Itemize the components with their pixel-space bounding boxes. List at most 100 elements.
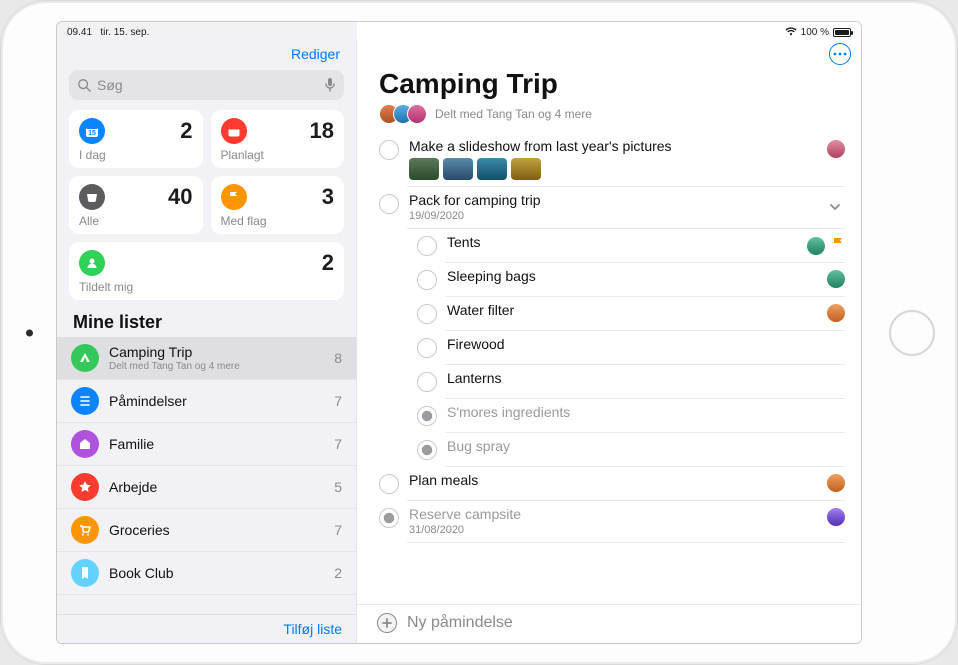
task-checkbox[interactable] <box>379 474 399 494</box>
svg-text:15: 15 <box>88 130 96 137</box>
subtasks: Tents Sleeping bags <box>357 228 861 466</box>
list-name: Familie <box>109 436 324 452</box>
list-row-family[interactable]: Familie 7 <box>57 423 356 466</box>
cart-icon <box>71 516 99 544</box>
new-reminder-label: Ny påmindelse <box>407 614 513 632</box>
chevron-down-icon[interactable] <box>825 194 845 220</box>
list-row-work[interactable]: Arbejde 5 <box>57 466 356 509</box>
calendar-today-icon: 15 <box>79 118 105 144</box>
smart-list-flagged[interactable]: 3 Med flag <box>211 176 345 234</box>
list-count: 8 <box>334 350 342 366</box>
list-name: Book Club <box>109 565 324 581</box>
smart-list-all[interactable]: 40 Alle <box>69 176 203 234</box>
lists-container: Camping Trip Delt med Tang Tan og 4 mere… <box>57 337 356 614</box>
battery-icon <box>833 28 851 37</box>
flag-icon <box>831 236 845 255</box>
task-checkbox[interactable] <box>417 338 437 358</box>
person-icon <box>79 250 105 276</box>
smart-list-scheduled[interactable]: 18 Planlagt <box>211 110 345 168</box>
task-checkbox[interactable] <box>417 304 437 324</box>
edit-button[interactable]: Rediger <box>291 46 340 62</box>
task-checkbox[interactable] <box>379 194 399 214</box>
more-button[interactable] <box>829 43 851 65</box>
task-title: Lanterns <box>447 370 845 386</box>
assignee-avatar <box>827 304 845 322</box>
scheduled-count: 18 <box>310 118 334 144</box>
list-bullet-icon <box>71 387 99 415</box>
list-title: Camping Trip <box>379 68 839 100</box>
photo-thumb[interactable] <box>409 158 439 180</box>
ellipsis-icon <box>833 52 847 56</box>
ipad-frame: 09.41 tir. 15. sep. 100 % Rediger <box>0 0 958 665</box>
smart-list-today[interactable]: 15 2 I dag <box>69 110 203 168</box>
home-button[interactable] <box>889 310 935 356</box>
task-row[interactable]: S'mores ingredients <box>357 398 861 432</box>
list-row-bookclub[interactable]: Book Club 2 <box>57 552 356 595</box>
flag-icon <box>221 184 247 210</box>
list-count: 2 <box>334 565 342 581</box>
photo-thumb[interactable] <box>511 158 541 180</box>
add-list-button[interactable]: Tilføj liste <box>57 614 356 643</box>
task-row[interactable]: Pack for camping trip 19/09/2020 <box>357 186 861 228</box>
assignee-avatar <box>827 474 845 492</box>
task-row[interactable]: Sleeping bags <box>357 262 861 296</box>
task-title: Sleeping bags <box>447 268 817 284</box>
task-row[interactable]: Bug spray <box>357 432 861 466</box>
task-title: Reserve campsite <box>409 506 817 522</box>
task-checkbox[interactable] <box>417 440 437 460</box>
search-input[interactable]: Søg <box>69 70 344 100</box>
attachment-thumbnails[interactable] <box>409 158 817 180</box>
task-row[interactable]: Make a slideshow from last year's pictur… <box>357 132 861 186</box>
photo-thumb[interactable] <box>443 158 473 180</box>
list-name: Groceries <box>109 522 324 538</box>
battery-pct: 100 % <box>801 27 829 38</box>
list-name: Arbejde <box>109 479 324 495</box>
search-placeholder: Søg <box>97 77 318 93</box>
task-checkbox[interactable] <box>417 372 437 392</box>
task-row[interactable]: Tents <box>357 228 861 262</box>
list-count: 7 <box>334 393 342 409</box>
all-count: 40 <box>168 184 192 210</box>
list-row-reminders[interactable]: Påmindelser 7 <box>57 380 356 423</box>
tray-icon <box>79 184 105 210</box>
search-icon <box>77 78 91 92</box>
list-row-groceries[interactable]: Groceries 7 <box>57 509 356 552</box>
flagged-count: 3 <box>322 184 334 210</box>
smart-list-assigned[interactable]: 2 Tildelt mig <box>69 242 344 300</box>
list-row-camping[interactable]: Camping Trip Delt med Tang Tan og 4 mere… <box>57 337 356 380</box>
mic-icon[interactable] <box>324 77 336 93</box>
task-checkbox[interactable] <box>417 270 437 290</box>
assigned-label: Tildelt mig <box>79 280 334 294</box>
task-date: 19/09/2020 <box>409 210 815 222</box>
task-title: S'mores ingredients <box>447 404 845 420</box>
task-row[interactable]: Reserve campsite 31/08/2020 <box>357 500 861 542</box>
task-row[interactable]: Plan meals <box>357 466 861 500</box>
tent-icon <box>71 344 99 372</box>
task-checkbox[interactable] <box>379 508 399 528</box>
list-count: 7 <box>334 522 342 538</box>
shared-with-row[interactable]: Delt med Tang Tan og 4 mere <box>357 100 861 132</box>
photo-thumb[interactable] <box>477 158 507 180</box>
task-checkbox[interactable] <box>417 406 437 426</box>
task-checkbox[interactable] <box>417 236 437 256</box>
assigned-count: 2 <box>322 250 334 276</box>
list-name: Camping Trip <box>109 344 324 360</box>
avatar <box>407 104 427 124</box>
new-reminder-button[interactable]: Ny påmindelse <box>357 604 861 643</box>
task-title: Firewood <box>447 336 845 352</box>
task-row[interactable]: Firewood <box>357 330 861 364</box>
bookmark-icon <box>71 559 99 587</box>
task-title: Bug spray <box>447 438 845 454</box>
house-icon <box>71 430 99 458</box>
task-row[interactable]: Lanterns <box>357 364 861 398</box>
status-time: 09.41 <box>67 27 92 38</box>
task-checkbox[interactable] <box>379 140 399 160</box>
all-label: Alle <box>79 214 193 228</box>
wifi-icon <box>785 26 797 39</box>
task-title: Make a slideshow from last year's pictur… <box>409 138 817 154</box>
my-lists-header: Mine lister <box>57 300 356 337</box>
camera-dot <box>26 329 33 336</box>
task-title: Pack for camping trip <box>409 192 815 208</box>
flagged-label: Med flag <box>221 214 335 228</box>
task-row[interactable]: Water filter <box>357 296 861 330</box>
